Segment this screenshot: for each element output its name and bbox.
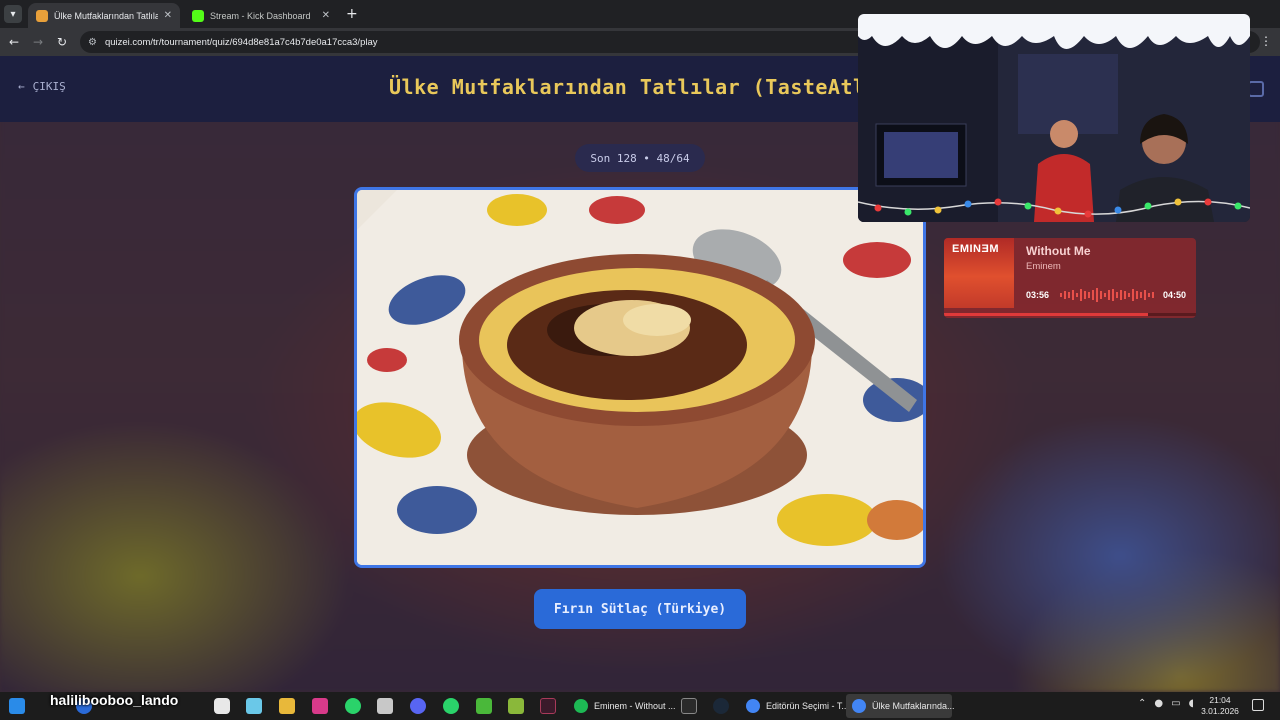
minecraft-icon[interactable] [476, 698, 492, 714]
back-icon[interactable]: ← [6, 34, 22, 50]
kick-favicon-icon [192, 9, 204, 22]
clock[interactable]: 21:04 3.01.2026 [1200, 695, 1240, 717]
browser-menu-icon[interactable]: ⋮ [1260, 34, 1272, 48]
close-tab-icon[interactable]: ✕ [322, 10, 330, 21]
progress-bar [944, 313, 1196, 316]
arrow-left-icon: ← [18, 80, 25, 93]
instagram-icon[interactable] [312, 698, 328, 714]
firin-sutlac-photo [357, 190, 923, 565]
page-title: Ülke Mutfaklarından Tatlılar (TasteAtlas… [389, 75, 904, 99]
taskbar-label: Editörün Seçimi - T... [766, 701, 849, 711]
capcut-icon[interactable] [214, 698, 230, 714]
volume-icon[interactable]: ◖ [1189, 698, 1194, 709]
spotify-icon [574, 699, 588, 713]
url-text: quizei.com/tr/tournament/quiz/694d8e81a7… [104, 36, 378, 48]
clock-date: 3.01.2026 [1201, 706, 1239, 716]
taskbar: Eminem - Without ... Editörün Seçimi - T… [0, 692, 1280, 720]
progress-fill [944, 313, 1149, 316]
taskbar-label: Eminem - Without ... [594, 701, 676, 711]
chevron-up-icon[interactable]: ⌃ [1138, 698, 1146, 709]
now-playing-widget: EMINƎM Without Me Eminem 03:56 04:50 [944, 238, 1196, 318]
app-icon[interactable] [508, 698, 524, 714]
tab-kick-dashboard[interactable]: Stream - Kick Dashboard ✕ [184, 3, 338, 28]
webcam-feed [858, 14, 1250, 222]
clock-time: 21:04 [1209, 695, 1231, 705]
exit-label: ÇIKIŞ [32, 80, 66, 93]
steam-icon[interactable] [713, 698, 729, 714]
new-tab-icon[interactable]: + [346, 6, 358, 22]
app-green-icon[interactable] [443, 698, 459, 714]
tab-title: Stream - Kick Dashboard [210, 10, 311, 21]
tab-quiz[interactable]: Ülke Mutfaklarından Tatlılar (Tas ✕ [28, 3, 180, 28]
tab-title: Ülke Mutfaklarından Tatlılar (Tas [54, 10, 158, 21]
notepad-icon[interactable] [246, 698, 262, 714]
start-icon[interactable] [9, 698, 25, 714]
webcam-overlay [858, 14, 1250, 222]
waveform-icon [1060, 288, 1154, 302]
file-explorer-icon[interactable] [279, 698, 295, 714]
discord-icon[interactable] [410, 698, 426, 714]
fullscreen-icon[interactable] [1248, 81, 1264, 97]
album-cover: EMINƎM [944, 238, 1014, 308]
notification-icon[interactable] [1252, 699, 1264, 711]
app-icon[interactable] [540, 698, 556, 714]
quiz-favicon-icon [36, 9, 48, 22]
taskbar-label: Ülke Mutfaklarında... [872, 701, 955, 711]
artist-name: Eminem [1026, 261, 1061, 272]
tab-search-icon[interactable]: ▾ [4, 5, 22, 23]
taskbar-chrome-editor[interactable]: Editörün Seçimi - T... [740, 694, 849, 718]
song-title: Without Me [1026, 244, 1091, 258]
chrome-icon [746, 699, 760, 713]
taskbar-chrome-quiz[interactable]: Ülke Mutfaklarında... [846, 694, 955, 718]
epic-games-icon[interactable] [681, 698, 697, 714]
exit-button[interactable]: ← ÇIKIŞ [18, 80, 66, 93]
answer-button[interactable]: Fırın Sütlaç (Türkiye) [534, 589, 746, 629]
site-info-icon[interactable]: ⚙ [88, 37, 97, 48]
microphone-icon[interactable]: ● [1154, 698, 1163, 709]
duration-time: 04:50 [1163, 290, 1187, 300]
dessert-image[interactable] [354, 187, 926, 568]
album-cover-text: EMINƎM [952, 243, 999, 255]
system-tray: ⌃ ● ▭ ◖ [1138, 698, 1194, 709]
whatsapp-icon[interactable] [345, 698, 361, 714]
elapsed-time: 03:56 [1026, 290, 1050, 300]
taskbar-spotify[interactable]: Eminem - Without ... [568, 694, 676, 718]
reload-icon[interactable]: ↻ [54, 34, 70, 50]
app-icon[interactable] [377, 698, 393, 714]
chrome-icon [852, 699, 866, 713]
streamer-name: halilibooboo_lando [50, 692, 179, 708]
network-icon[interactable]: ▭ [1171, 698, 1180, 709]
close-tab-icon[interactable]: ✕ [164, 10, 172, 21]
forward-icon[interactable]: → [30, 34, 46, 50]
screen: ▾ Ülke Mutfaklarından Tatlılar (Tas ✕ St… [0, 0, 1280, 720]
round-badge: Son 128 • 48/64 [575, 144, 705, 172]
